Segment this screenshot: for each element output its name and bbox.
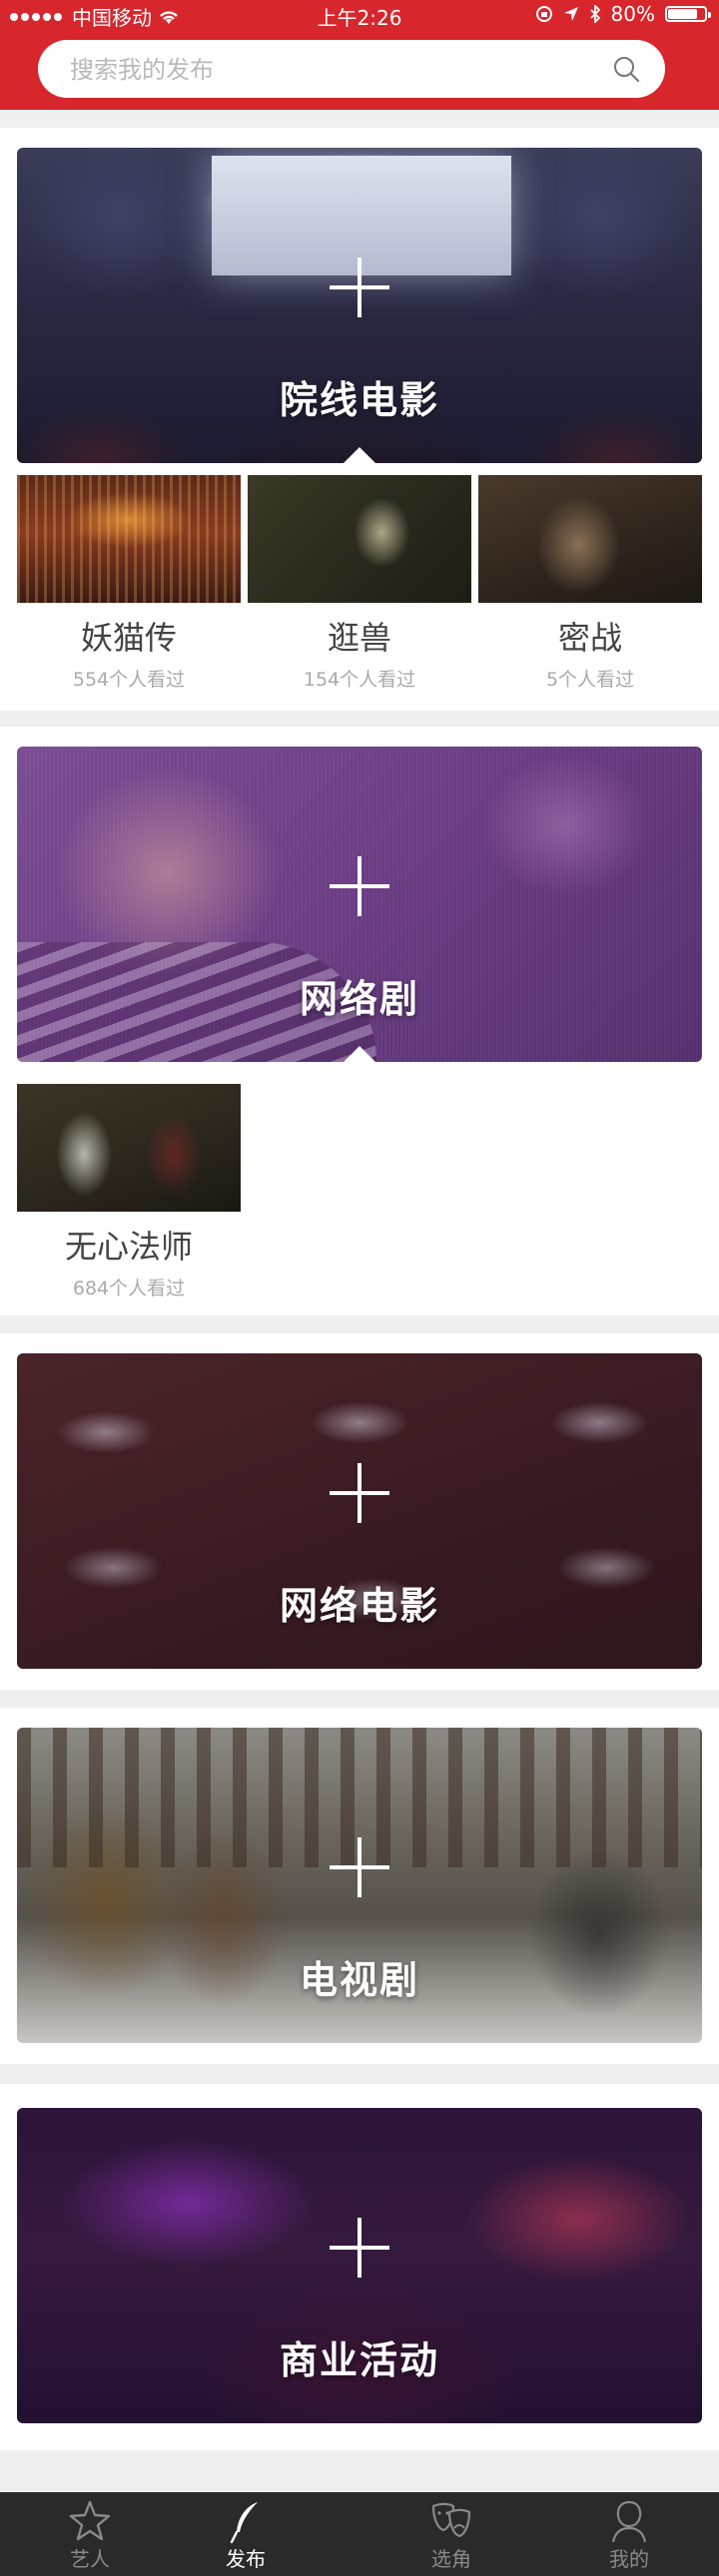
section-web-movie: 网络电影 <box>0 1333 719 1690</box>
banner-title: 网络电影 <box>279 1584 439 1628</box>
tv-series-banner[interactable]: 电视剧 <box>17 1728 702 2043</box>
business-event-banner[interactable]: 商业活动 <box>17 2108 702 2423</box>
poster-image <box>17 475 241 603</box>
section-tv-series: 电视剧 <box>0 1708 719 2064</box>
status-right: 80% <box>535 2 711 26</box>
view-count: 554个人看过 <box>72 669 186 691</box>
list-item[interactable]: 密战 5个人看过 <box>478 475 702 692</box>
poster-image <box>478 475 702 603</box>
banner-title: 院线电影 <box>279 378 439 422</box>
bottom-tab-bar: 艺人 发布 选角 我的 <box>0 2492 719 2576</box>
tab-label: 我的 <box>609 2547 649 2571</box>
add-icon[interactable] <box>330 1837 389 1897</box>
orientation-lock-icon <box>535 6 552 22</box>
view-count: 684个人看过 <box>72 1278 186 1299</box>
add-icon[interactable] <box>330 1463 389 1523</box>
search-input[interactable] <box>68 40 591 100</box>
tab-label: 选角 <box>431 2547 471 2571</box>
masks-icon <box>431 2502 471 2538</box>
search-icon[interactable] <box>611 54 641 84</box>
section-cinema-movie: 院线电影 妖猫传 554个人看过 逛兽 154个人看过 密战 5个人看过 <box>0 128 719 711</box>
item-title: 密战 <box>557 619 622 657</box>
star-icon <box>69 2500 111 2541</box>
expand-pointer-icon <box>344 447 375 463</box>
add-icon[interactable] <box>330 2218 389 2278</box>
list-item[interactable]: 逛兽 154个人看过 <box>248 475 471 692</box>
banner-title: 商业活动 <box>279 2338 439 2382</box>
status-bar: 中国移动 上午2:26 80% <box>0 0 719 30</box>
add-icon[interactable] <box>330 856 389 916</box>
view-count: 5个人看过 <box>545 669 635 691</box>
list-item[interactable]: 妖猫传 554个人看过 <box>17 475 241 692</box>
cinema-movie-banner[interactable]: 院线电影 <box>17 148 702 463</box>
tab-mine[interactable]: 我的 <box>539 2492 719 2576</box>
top-header: 中国移动 上午2:26 80% <box>0 0 719 110</box>
section-web-series: 网络剧 无心法师 684个人看过 <box>0 727 719 1315</box>
battery-icon <box>665 6 711 22</box>
tab-artist[interactable]: 艺人 <box>0 2492 180 2576</box>
add-icon[interactable] <box>330 258 389 317</box>
web-series-banner[interactable]: 网络剧 <box>17 747 702 1062</box>
expand-pointer-icon <box>344 1046 375 1062</box>
tab-label: 艺人 <box>70 2547 110 2571</box>
poster-image <box>17 1084 241 1212</box>
location-icon <box>563 7 578 21</box>
web-movie-banner[interactable]: 网络电影 <box>17 1353 702 1669</box>
tab-label: 发布 <box>226 2547 266 2571</box>
bluetooth-icon <box>589 5 600 23</box>
view-count: 154个人看过 <box>303 669 416 691</box>
item-title: 无心法师 <box>64 1228 193 1266</box>
feather-icon <box>230 2502 258 2544</box>
search-bar[interactable] <box>38 40 665 100</box>
battery-level <box>668 9 697 19</box>
list-item[interactable]: 无心法师 684个人看过 <box>17 1084 241 1300</box>
banner-title: 网络剧 <box>299 977 419 1021</box>
section-business-event: 商业活动 <box>0 2084 719 2450</box>
profile-icon <box>611 2500 647 2543</box>
banner-title: 电视剧 <box>299 1958 419 2002</box>
battery-percent: 80% <box>610 2 655 26</box>
tab-casting[interactable]: 选角 <box>361 2492 541 2576</box>
poster-image <box>248 475 471 603</box>
tab-publish[interactable]: 发布 <box>156 2492 336 2576</box>
item-title: 逛兽 <box>327 619 391 657</box>
item-title: 妖猫传 <box>80 619 177 657</box>
